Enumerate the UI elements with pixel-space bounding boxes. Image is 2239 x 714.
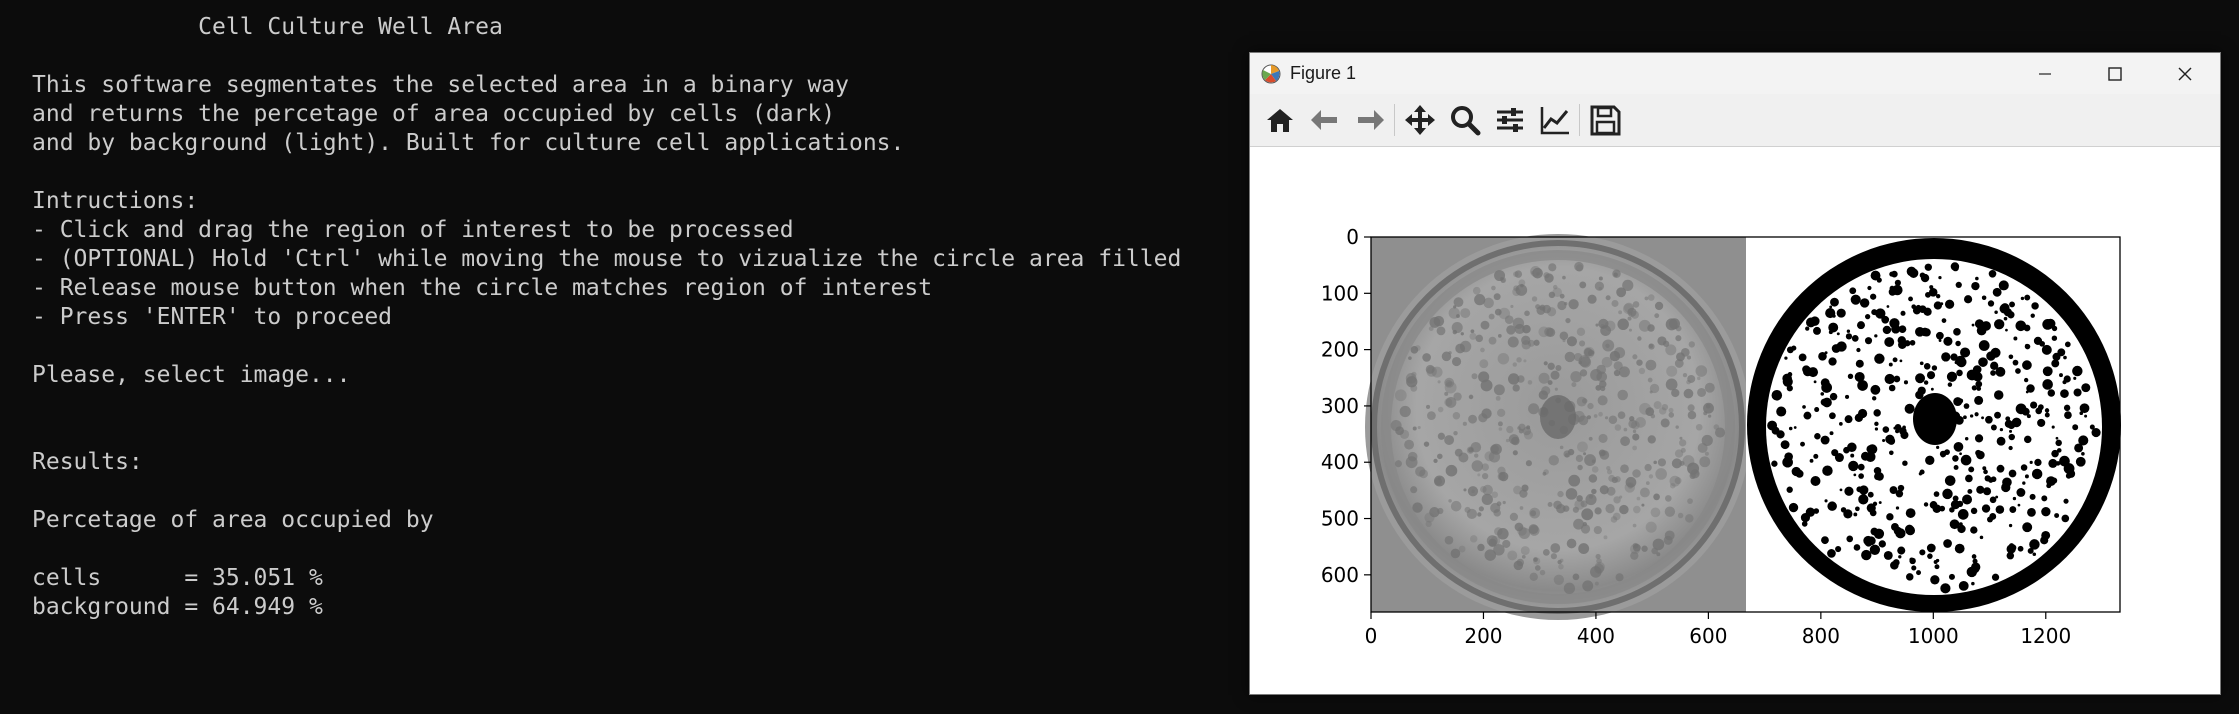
terminal-line: background = 64.949 % [32, 594, 323, 620]
edit-axis-button[interactable] [1537, 102, 1573, 138]
x-tick-label: 600 [1689, 624, 1727, 648]
home-icon [1267, 109, 1293, 132]
navigation-toolbar [1250, 94, 2220, 147]
save-icon [1590, 105, 1621, 136]
figure-window: Figure 1 0 200 400 600 800 1000 1200 0 1… [1249, 52, 2221, 695]
terminal-line: - Press 'ENTER' to proceed [32, 304, 393, 330]
x-tick-label: 0 [1365, 624, 1378, 648]
maximize-button[interactable] [2080, 53, 2150, 94]
terminal-line: Please, select image... [32, 362, 351, 388]
terminal-line: cells = 35.051 % [32, 565, 323, 591]
forward-arrow-icon [1358, 110, 1384, 130]
x-axis: 0 200 400 600 800 1000 1200 [1365, 612, 2071, 648]
subplots-configure-icon [1497, 108, 1523, 132]
zoom-magnifier-icon [1451, 106, 1481, 136]
minimize-button[interactable] [2010, 53, 2080, 94]
y-tick-label: 0 [1346, 225, 1359, 249]
terminal-window: Cell Culture Well Area This software segm… [0, 0, 1240, 714]
y-tick-label: 200 [1321, 338, 1359, 362]
terminal-line: and by background (light). Built for cul… [32, 130, 905, 156]
terminal-line: This software segmentates the selected a… [32, 72, 849, 98]
terminal-line: - Click and drag the region of interest … [32, 217, 794, 243]
edit-axis-icon [1540, 107, 1569, 135]
x-tick-label: 400 [1577, 624, 1615, 648]
back-arrow-icon [1311, 110, 1337, 130]
pan-button[interactable] [1402, 102, 1438, 138]
figure-svg: 0 200 400 600 800 1000 1200 0 100 200 300 400 500 60… [1321, 225, 2121, 648]
save-button[interactable] [1587, 102, 1623, 138]
x-tick-label: 1000 [1908, 624, 1959, 648]
terminal-line: Results: [32, 449, 143, 475]
x-tick-label: 800 [1802, 624, 1840, 648]
close-icon [2178, 67, 2192, 81]
y-tick-label: 500 [1321, 507, 1359, 531]
home-button[interactable] [1262, 102, 1298, 138]
matplotlib-app-icon [1261, 64, 1281, 84]
title-bar[interactable]: Figure 1 [1250, 53, 2220, 94]
minimize-icon [2039, 73, 2051, 75]
y-tick-label: 600 [1321, 563, 1359, 587]
y-axis: 0 100 200 300 400 500 600 [1321, 225, 1371, 587]
maximize-icon [2108, 67, 2122, 81]
pan-move-icon [1405, 105, 1435, 135]
plot-canvas[interactable]: 0 200 400 600 800 1000 1200 0 100 200 300 400 500 60… [1250, 147, 2220, 694]
y-tick-label: 100 [1321, 281, 1359, 305]
configure-subplots-button[interactable] [1492, 102, 1528, 138]
terminal-line: - (OPTIONAL) Hold 'Ctrl' while moving th… [32, 246, 1182, 272]
x-tick-label: 1200 [2020, 624, 2071, 648]
terminal-line: - Release mouse button when the circle m… [32, 275, 933, 301]
terminal-line: Intructions: [32, 188, 199, 214]
binary-segmentation-image [1746, 237, 2121, 612]
toolbar-separator [1579, 104, 1580, 136]
terminal-line: Cell Culture Well Area [32, 14, 503, 40]
terminal-line: Percetage of area occupied by [32, 507, 434, 533]
zoom-button[interactable] [1447, 102, 1483, 138]
terminal-line: and returns the percetage of area occupi… [32, 101, 836, 127]
toolbar-separator [1394, 104, 1395, 136]
grayscale-well-image [1365, 234, 1751, 620]
window-title: Figure 1 [1290, 63, 1357, 83]
y-tick-label: 300 [1321, 394, 1359, 418]
close-button[interactable] [2150, 53, 2220, 94]
y-tick-label: 400 [1321, 450, 1359, 474]
back-button[interactable] [1307, 102, 1343, 138]
forward-button[interactable] [1352, 102, 1388, 138]
x-tick-label: 200 [1464, 624, 1502, 648]
